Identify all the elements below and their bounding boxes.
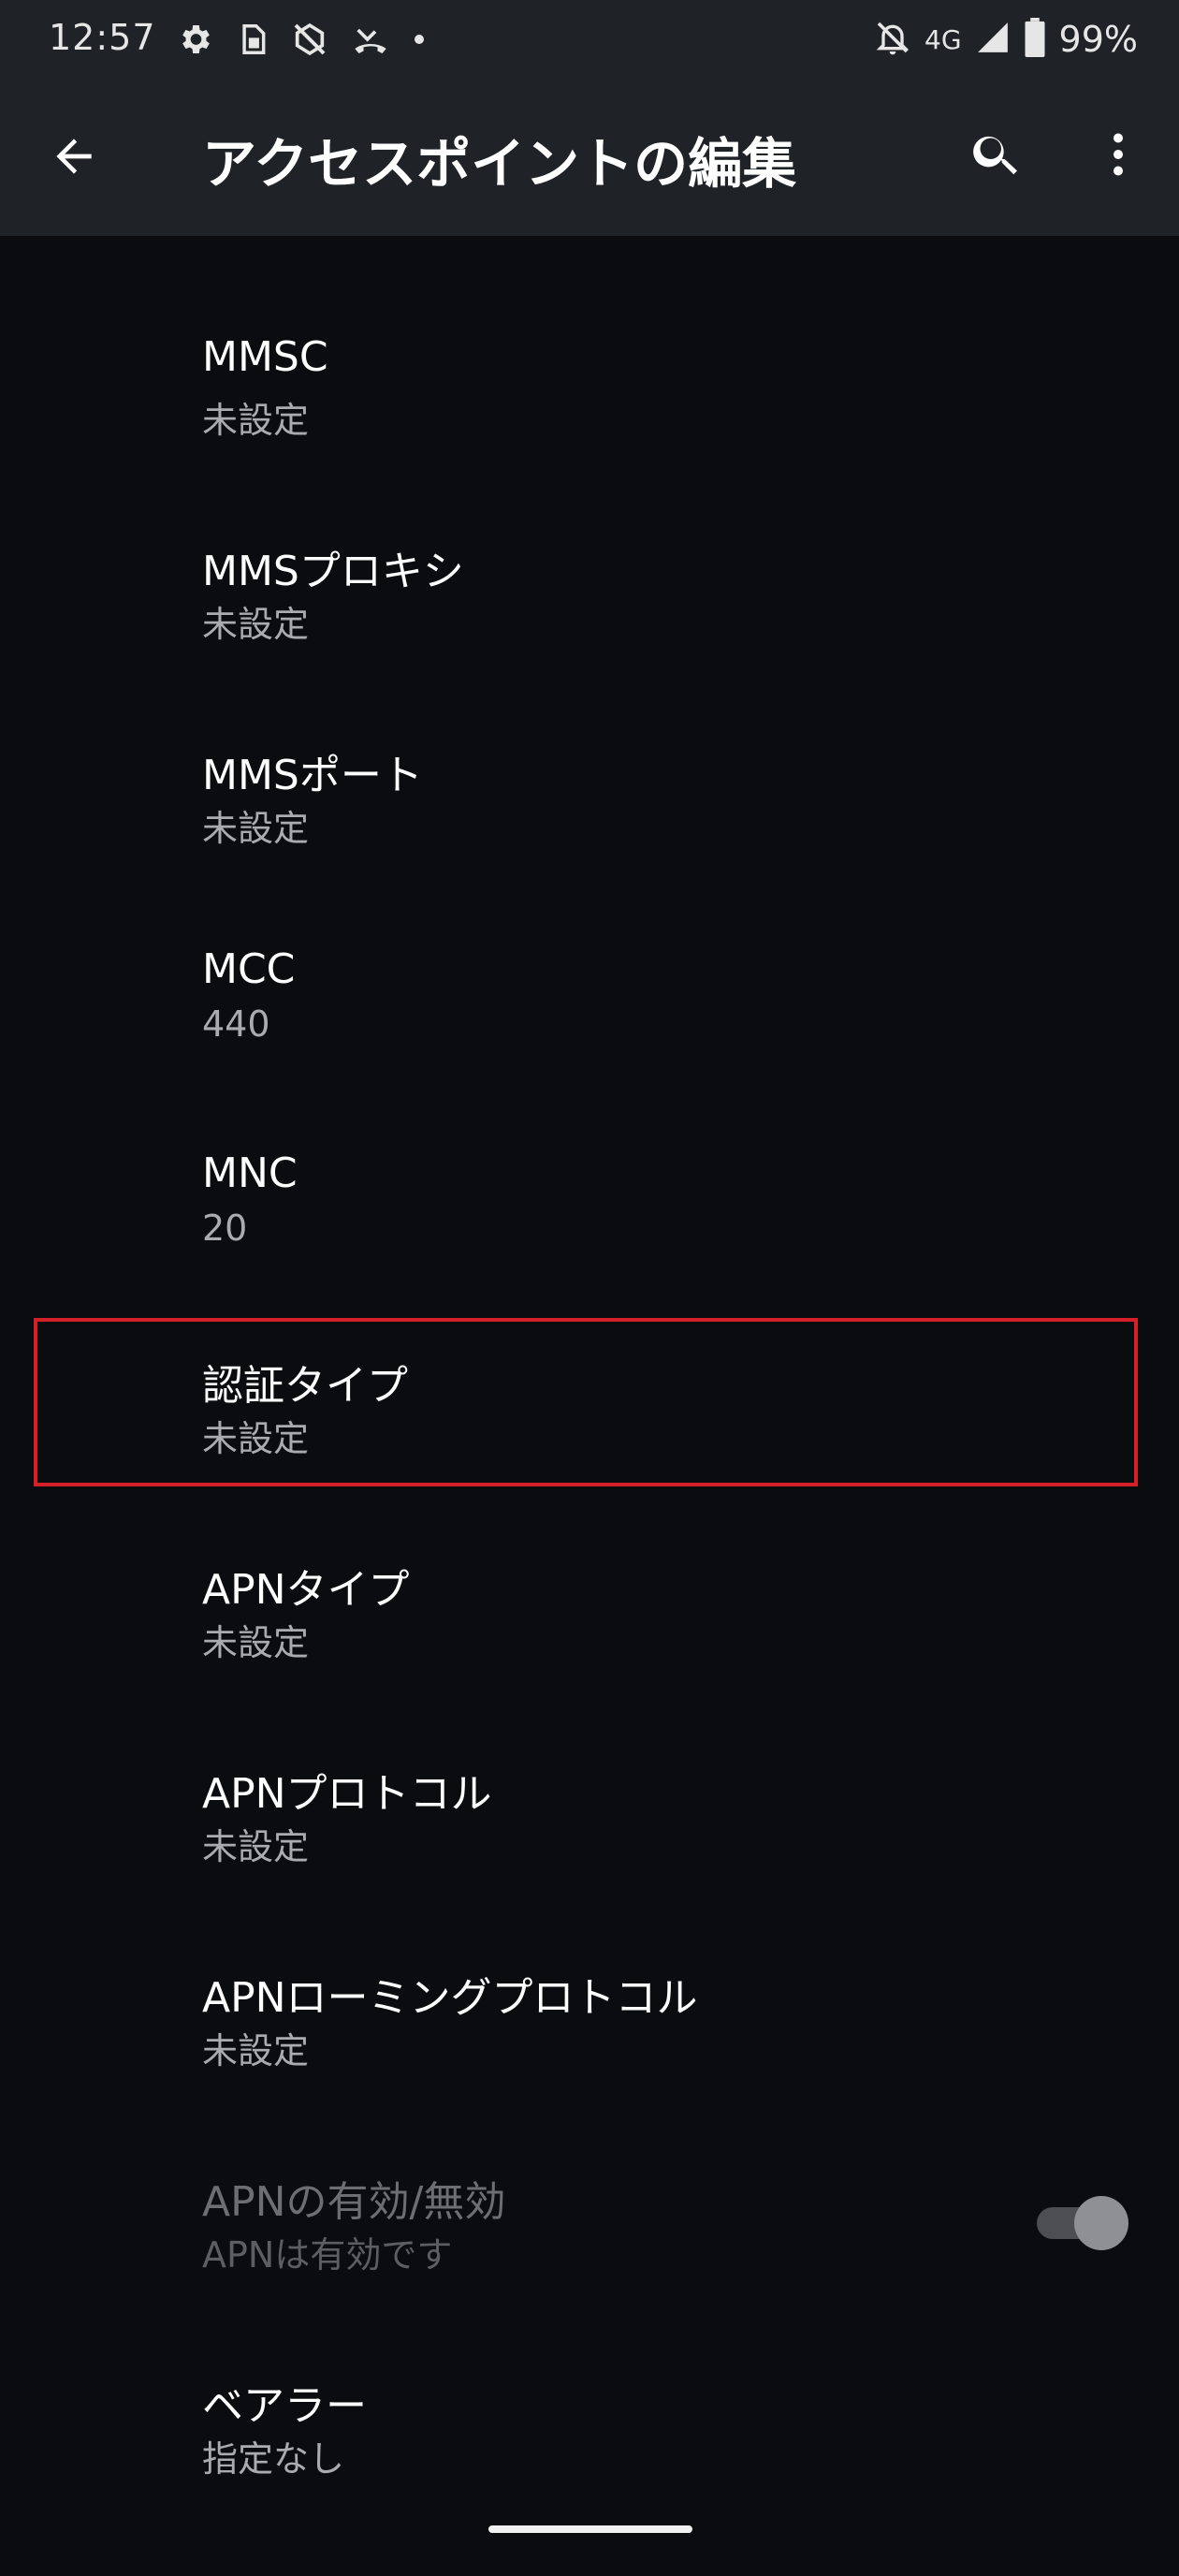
pref-title: APNの有効/無効	[202, 2178, 506, 2226]
arrow-back-icon	[48, 130, 100, 186]
more-options-button[interactable]	[1085, 124, 1151, 189]
pref-title: 認証タイプ	[202, 1362, 408, 1410]
page-title: アクセスポイントの編集	[202, 132, 797, 196]
status-network: 4G	[924, 23, 962, 55]
status-battery: 99%	[1058, 19, 1138, 60]
pref-summary: 20	[202, 1208, 248, 1249]
pref-summary: 未設定	[202, 604, 310, 645]
notifications-off-icon	[874, 18, 911, 61]
back-button[interactable]	[41, 125, 107, 191]
app-bar: アクセスポイントの編集	[0, 79, 1179, 236]
pref-summary: 指定なし	[202, 2438, 345, 2480]
pref-summary: 未設定	[202, 1418, 310, 1459]
pref-mcc[interactable]: MCC 440	[0, 945, 1179, 1149]
pref-title: APNプロトコル	[202, 1770, 492, 1818]
pref-summary: 未設定	[202, 1826, 310, 1867]
pref-summary: 未設定	[202, 400, 310, 441]
header: 12:57 4G 99% アクセスポイントの編集	[0, 0, 1179, 236]
pref-title: MMSプロキシ	[202, 548, 464, 595]
pref-title: MMSポート	[202, 752, 423, 799]
status-time: 12:57	[49, 17, 156, 58]
pref-summary: 未設定	[202, 1622, 310, 1663]
pref-title: APNローミングプロトコル	[202, 1974, 698, 2022]
pref-summary: 未設定	[202, 808, 310, 849]
apn-enable-toggle	[1033, 2196, 1128, 2250]
pref-summary: APNは有効です	[202, 2234, 453, 2276]
pref-mms-proxy[interactable]: MMSプロキシ 未設定	[0, 537, 1179, 741]
pref-title: MNC	[202, 1149, 298, 1197]
sync-disabled-icon	[290, 21, 329, 58]
missed-call-icon	[350, 21, 391, 58]
dot-icon	[412, 32, 427, 47]
toggle-thumb	[1074, 2196, 1128, 2250]
pref-summary: 440	[202, 1003, 270, 1045]
pref-auth-type[interactable]: 認証タイプ 未設定	[0, 1352, 1179, 1556]
search-icon	[968, 126, 1025, 186]
status-bar: 12:57 4G 99%	[0, 0, 1179, 79]
more-vert-icon	[1090, 126, 1146, 186]
pref-apn-roaming-protocol[interactable]: APNローミングプロトコル 未設定	[0, 1964, 1179, 2168]
pref-summary: 未設定	[202, 2030, 310, 2071]
pref-apn-protocol[interactable]: APNプロトコル 未設定	[0, 1760, 1179, 1964]
navigation-handle[interactable]	[488, 2525, 692, 2533]
pref-title: ベアラー	[202, 2382, 367, 2430]
settings-icon	[176, 21, 213, 58]
search-button[interactable]	[964, 124, 1029, 189]
pref-mms-port[interactable]: MMSポート 未設定	[0, 741, 1179, 945]
status-icons-right: 4G 99%	[874, 17, 1138, 62]
battery-icon	[1024, 18, 1046, 61]
signal-icon	[975, 20, 1011, 59]
pref-title: APNタイプ	[202, 1566, 410, 1614]
pref-apn-type[interactable]: APNタイプ 未設定	[0, 1556, 1179, 1760]
pref-title: MCC	[202, 945, 296, 993]
pref-bearer[interactable]: ベアラー 指定なし	[0, 2372, 1179, 2576]
pref-title: MMSC	[202, 333, 328, 381]
status-icons-left	[176, 19, 427, 60]
pref-apn-enable: APNの有効/無効 APNは有効です	[0, 2168, 1179, 2372]
pref-mmsc[interactable]: MMSC 未設定	[0, 333, 1179, 537]
sim-card-icon	[234, 21, 269, 58]
